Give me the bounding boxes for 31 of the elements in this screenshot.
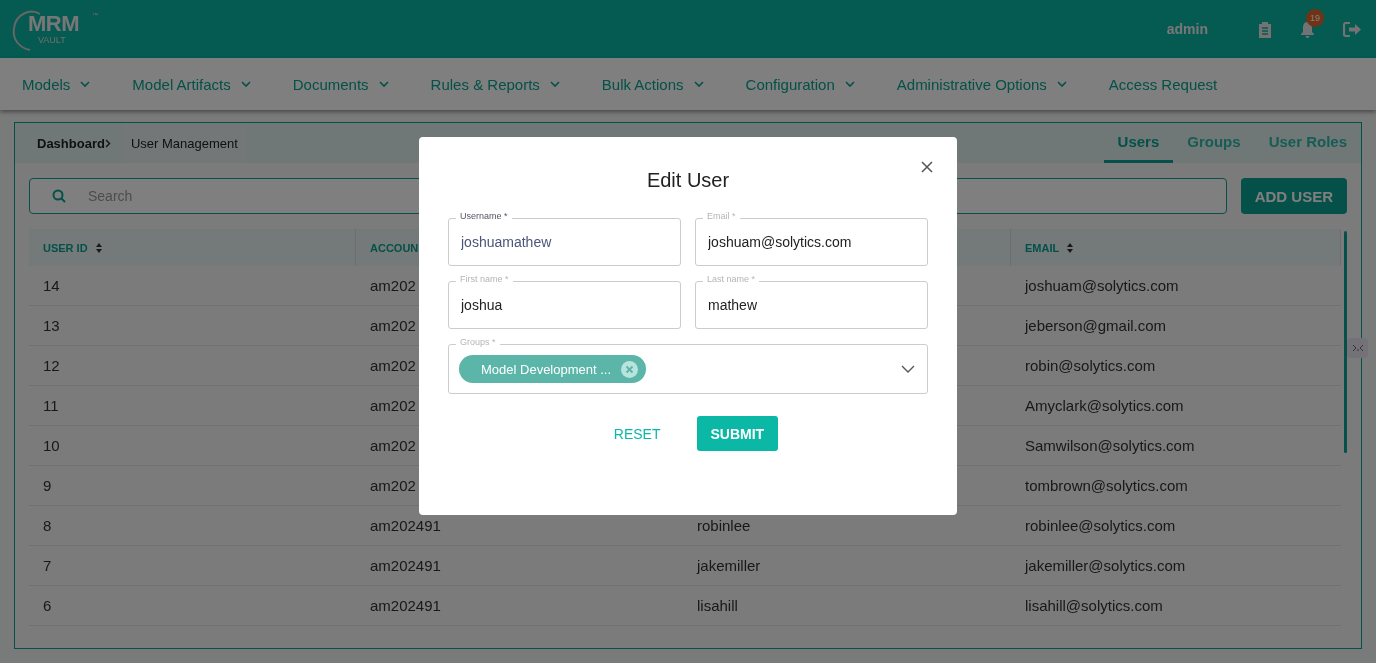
notification-badge: 19: [1306, 8, 1324, 27]
table-cell: Samwilson@solytics.com: [1011, 426, 1341, 466]
field-label: Last name *: [703, 274, 760, 284]
table-cell: 9: [29, 466, 356, 506]
table-cell: 7: [29, 546, 356, 586]
field-label: First name *: [456, 274, 513, 284]
table-cell: 12: [29, 346, 356, 386]
field-label: Groups *: [456, 337, 500, 347]
table-cell: 6: [29, 586, 356, 626]
table-cell: lisahill@solytics.com: [1011, 586, 1341, 626]
table-cell: robinlee@solytics.com: [1011, 506, 1341, 546]
table-cell: tombrown@solytics.com: [1011, 466, 1341, 506]
table-cell: 10: [29, 426, 356, 466]
user-name: admin: [1166, 21, 1208, 37]
table-cell: Amyclark@solytics.com: [1011, 386, 1341, 426]
table-cell: 14: [29, 266, 356, 306]
dialog-title: Edit User: [646, 169, 730, 192]
field-label: Email *: [703, 211, 740, 221]
table-cell: joshuam@solytics.com: [1011, 266, 1341, 306]
table-cell: 13: [29, 306, 356, 346]
field-label: Username *: [456, 211, 512, 221]
breadcrumb-current: User Management: [122, 123, 246, 163]
table-cell: robin@solytics.com: [1011, 346, 1341, 386]
table-cell: lisahill: [683, 586, 1011, 626]
table-cell: jeberson@gmail.com: [1011, 306, 1341, 346]
table-cell: 11: [29, 386, 356, 426]
table-cell: am202491: [356, 546, 683, 586]
table-cell: 8: [29, 506, 356, 546]
table-cell: am202491: [356, 586, 683, 626]
table-cell: jakemiller@solytics.com: [1011, 546, 1341, 586]
table-cell: jakemiller: [683, 546, 1011, 586]
